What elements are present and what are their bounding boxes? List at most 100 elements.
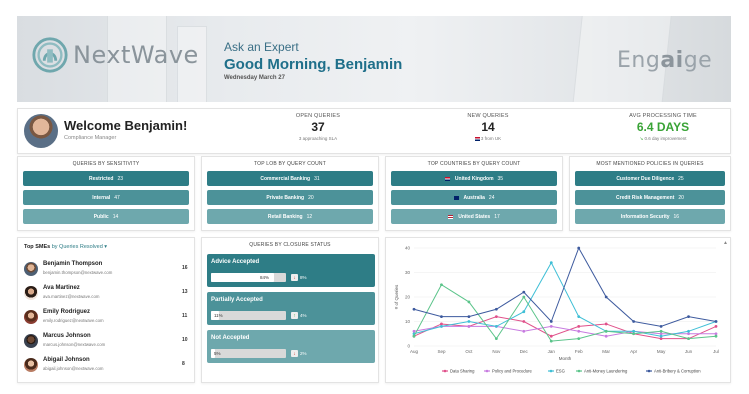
country-item-australia[interactable]: Australia 24 bbox=[391, 190, 557, 205]
sme-count: 16 bbox=[182, 265, 188, 271]
sme-row[interactable]: Marcus Johnson marcus.johnson@nextwave.c… bbox=[24, 332, 188, 352]
trend-up-icon: ↑ bbox=[291, 312, 298, 319]
sme-sort-dropdown[interactable]: by Queries Resolved ▾ bbox=[52, 244, 107, 250]
lob-item-commercial[interactable]: Commercial Banking 31 bbox=[207, 171, 373, 186]
legend-marker bbox=[549, 369, 553, 373]
sme-row[interactable]: Ava Martinez ava.martinez@nextwave.com 1… bbox=[24, 284, 188, 304]
kpi-value: 6.4 DAYS bbox=[636, 120, 690, 134]
sme-row[interactable]: Benjamin Thompson benjamin.thompson@next… bbox=[24, 260, 188, 280]
kpi-label: NEW QUERIES bbox=[467, 113, 509, 119]
greeting-text: Good Morning, Benjamin bbox=[224, 56, 403, 73]
kpi-new-queries[interactable]: NEW QUERIES 14 3 from UK bbox=[418, 113, 558, 141]
policies-panel: MOST MENTIONED POLICIES IN QUERIES Custo… bbox=[569, 156, 731, 231]
sensitivity-item-internal[interactable]: Internal 47 bbox=[23, 190, 189, 205]
data-point bbox=[714, 334, 718, 338]
uk-flag-icon bbox=[474, 136, 480, 141]
sme-email: ava.martinez@nextwave.com bbox=[43, 294, 100, 299]
avatar bbox=[24, 358, 38, 372]
data-point bbox=[440, 325, 443, 328]
y-tick-label: 30 bbox=[405, 270, 411, 275]
kpi-avg-processing[interactable]: AVG PROCESSING TIME 6.4 DAYS ↘ 0.6 day i… bbox=[593, 113, 733, 142]
panel-title: QUERIES BY CLOSURE STATUS bbox=[249, 242, 331, 248]
data-point bbox=[659, 329, 663, 333]
closure-not-accepted[interactable]: Not Accepted 5% ↓ 2% bbox=[207, 330, 375, 363]
data-point bbox=[522, 295, 526, 299]
data-point bbox=[494, 315, 498, 318]
data-point bbox=[549, 325, 553, 328]
closure-advice-accepted[interactable]: Advice Accepted 84% ↓ 8% bbox=[207, 254, 375, 287]
panel-title: QUERIES BY SENSITIVITY bbox=[72, 161, 140, 167]
x-tick-label: Dec bbox=[520, 349, 529, 354]
data-point bbox=[522, 320, 526, 323]
data-point bbox=[577, 337, 581, 341]
data-point bbox=[687, 315, 690, 318]
data-point bbox=[687, 332, 690, 336]
closure-label: Not Accepted bbox=[211, 335, 250, 341]
series-line bbox=[413, 284, 717, 342]
closure-partially-accepted[interactable]: Partially Accepted 11% ↑ 4% bbox=[207, 292, 375, 325]
queries-trend-chart[interactable]: 0 10 20 30 40 Aug Sep Oct Nov Dec Jan Feb Mar Apr May J… bbox=[386, 238, 732, 384]
x-tick-label: Apr bbox=[630, 349, 638, 354]
policy-item-credit-risk[interactable]: Credit Risk Management 20 bbox=[575, 190, 725, 205]
x-tick-label: Oct bbox=[465, 349, 473, 354]
lob-item-retail[interactable]: Retail Banking 12 bbox=[207, 209, 373, 224]
sme-email: emily.rodriguez@nextwave.com bbox=[43, 318, 104, 323]
sme-name: Ava Martinez bbox=[43, 285, 80, 291]
closure-status-panel: QUERIES BY CLOSURE STATUS Advice Accepte… bbox=[201, 237, 379, 383]
scroll-up-icon[interactable]: ▲ bbox=[723, 240, 728, 246]
sensitivity-item-public[interactable]: Public 14 bbox=[23, 209, 189, 224]
data-point bbox=[440, 283, 443, 287]
sme-count: 10 bbox=[182, 337, 188, 343]
data-point bbox=[659, 337, 663, 341]
australia-flag-icon bbox=[453, 195, 459, 200]
sme-count: 13 bbox=[182, 289, 188, 295]
data-point bbox=[632, 332, 636, 336]
data-point bbox=[604, 322, 608, 326]
legend-marker bbox=[443, 369, 447, 373]
policy-item-cdd[interactable]: Customer Due Diligence 25 bbox=[575, 171, 725, 186]
kpi-sub: 3 approaching SLA bbox=[298, 136, 338, 141]
y-axis-label: # of Queries bbox=[394, 284, 399, 309]
x-tick-label: Feb bbox=[575, 349, 583, 354]
data-point bbox=[467, 320, 471, 323]
welcome-kpi-row: Welcome Benjamin! Compliance Manager OPE… bbox=[17, 108, 731, 154]
kpi-open-queries[interactable]: OPEN QUERIES 37 3 approaching SLA bbox=[248, 113, 388, 141]
x-tick-label: May bbox=[657, 349, 666, 354]
policy-item-infosec[interactable]: Information Security 16 bbox=[575, 209, 725, 224]
kpi-sub: 3 from UK bbox=[418, 136, 558, 141]
kpi-label: AVG PROCESSING TIME bbox=[629, 113, 697, 119]
data-point bbox=[494, 325, 498, 328]
avatar bbox=[24, 310, 38, 324]
sme-row[interactable]: Emily Rodriguez emily.rodriguez@nextwave… bbox=[24, 308, 187, 328]
country-item-us[interactable]: United States 17 bbox=[391, 209, 557, 224]
data-point bbox=[412, 307, 416, 311]
header-banner: NextWave Ask an Expert Good Morning, Ben… bbox=[17, 16, 731, 102]
x-tick-label: Aug bbox=[410, 349, 419, 354]
sme-row[interactable]: Abigail Johnson abigail.johnson@nextwave… bbox=[24, 356, 185, 376]
ask-expert-label[interactable]: Ask an Expert bbox=[224, 40, 299, 54]
legend-label: Policy and Procedure bbox=[492, 369, 532, 374]
sme-name: Emily Rodriguez bbox=[43, 309, 91, 315]
x-tick-label: Mar bbox=[602, 349, 610, 354]
closure-progress-bar: 5% bbox=[211, 349, 286, 358]
trend-down-icon: ↘ bbox=[639, 136, 644, 141]
sme-count: 8 bbox=[182, 361, 185, 367]
data-point bbox=[467, 300, 471, 304]
data-point bbox=[549, 339, 553, 343]
data-point bbox=[659, 334, 663, 338]
kpi-label: OPEN QUERIES bbox=[295, 113, 341, 119]
country-item-uk[interactable]: United Kingdom 35 bbox=[391, 171, 557, 186]
data-point bbox=[714, 332, 718, 336]
queries-trend-chart-panel: 0 10 20 30 40 Aug Sep Oct Nov Dec Jan Feb Mar Apr May J… bbox=[385, 237, 731, 383]
data-point bbox=[604, 334, 608, 338]
data-point bbox=[577, 246, 581, 250]
user-avatar[interactable] bbox=[24, 114, 58, 148]
kpi-value: 37 bbox=[311, 120, 325, 134]
date-text: Wednesday March 27 bbox=[224, 75, 285, 81]
countries-panel: TOP COUNTRIES BY QUERY COUNT United King… bbox=[385, 156, 563, 231]
sensitivity-item-restricted[interactable]: Restricted 23 bbox=[23, 171, 189, 186]
avatar bbox=[24, 334, 38, 348]
kpi-sub: ↘ 0.6 day improvement bbox=[639, 136, 687, 141]
sme-panel-title: Top SMEs by Queries Resolved ▾ bbox=[24, 244, 108, 250]
lob-item-private[interactable]: Private Banking 20 bbox=[207, 190, 373, 205]
